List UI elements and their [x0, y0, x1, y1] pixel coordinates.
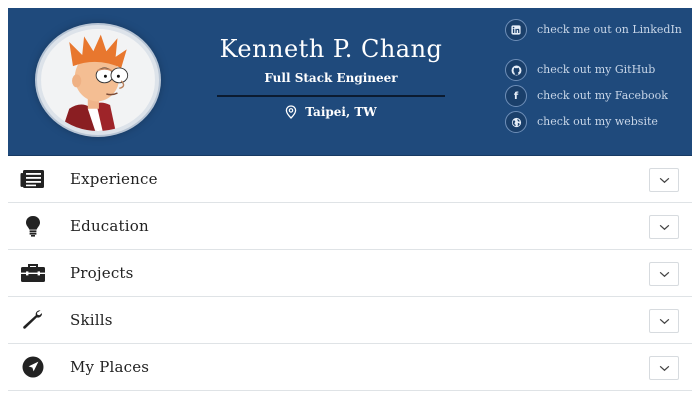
linkedin-link[interactable]: check me out on LinkedIn — [505, 19, 685, 59]
chevron-down-icon — [659, 365, 669, 371]
profile-location: Taipei, TW — [217, 104, 445, 120]
expand-toggle-button[interactable] — [649, 262, 679, 286]
header-divider — [217, 95, 445, 97]
compass-icon — [20, 356, 46, 378]
section-projects[interactable]: Projects — [8, 250, 692, 297]
expand-toggle-button[interactable] — [649, 356, 679, 380]
social-links: check me out on LinkedIn check out my Gi… — [505, 19, 685, 137]
wrench-icon — [20, 309, 46, 331]
facebook-icon: f — [505, 85, 527, 107]
linkedin-icon — [505, 19, 527, 41]
toolbox-icon — [20, 262, 46, 284]
chevron-down-icon — [659, 177, 669, 183]
website-label: check out my website — [537, 115, 658, 128]
expand-toggle-button[interactable] — [649, 309, 679, 333]
section-label: Experience — [70, 170, 158, 188]
avatar — [37, 25, 159, 135]
chevron-down-icon — [659, 271, 669, 277]
section-label: Skills — [70, 311, 113, 329]
section-my-places[interactable]: My Places — [8, 344, 692, 391]
map-pin-icon — [285, 105, 297, 119]
globe-icon — [505, 111, 527, 133]
chevron-down-icon — [659, 318, 669, 324]
section-list: Experience Education Projects Skills My … — [8, 156, 692, 391]
github-link[interactable]: check out my GitHub — [505, 59, 685, 85]
lightbulb-icon — [20, 215, 46, 237]
section-label: Education — [70, 217, 149, 235]
linkedin-label: check me out on LinkedIn — [537, 23, 682, 36]
website-link[interactable]: check out my website — [505, 111, 685, 137]
facebook-label: check out my Facebook — [537, 89, 668, 102]
location-text: Taipei, TW — [305, 105, 377, 119]
github-icon — [505, 59, 527, 81]
facebook-link[interactable]: f check out my Facebook — [505, 85, 685, 111]
expand-toggle-button[interactable] — [649, 215, 679, 239]
newspaper-icon — [20, 168, 46, 190]
section-skills[interactable]: Skills — [8, 297, 692, 344]
profile-identity: Kenneth P. Chang Full Stack Engineer Tai… — [217, 34, 445, 120]
profile-name: Kenneth P. Chang — [219, 35, 443, 63]
section-education[interactable]: Education — [8, 203, 692, 250]
expand-toggle-button[interactable] — [649, 168, 679, 192]
cartoon-avatar-icon — [41, 29, 155, 131]
section-label: Projects — [70, 264, 134, 282]
chevron-down-icon — [659, 224, 669, 230]
profile-title: Full Stack Engineer — [264, 71, 398, 85]
section-label: My Places — [70, 358, 150, 376]
section-experience[interactable]: Experience — [8, 156, 692, 203]
github-label: check out my GitHub — [537, 63, 656, 76]
profile-header: Kenneth P. Chang Full Stack Engineer Tai… — [8, 8, 692, 156]
